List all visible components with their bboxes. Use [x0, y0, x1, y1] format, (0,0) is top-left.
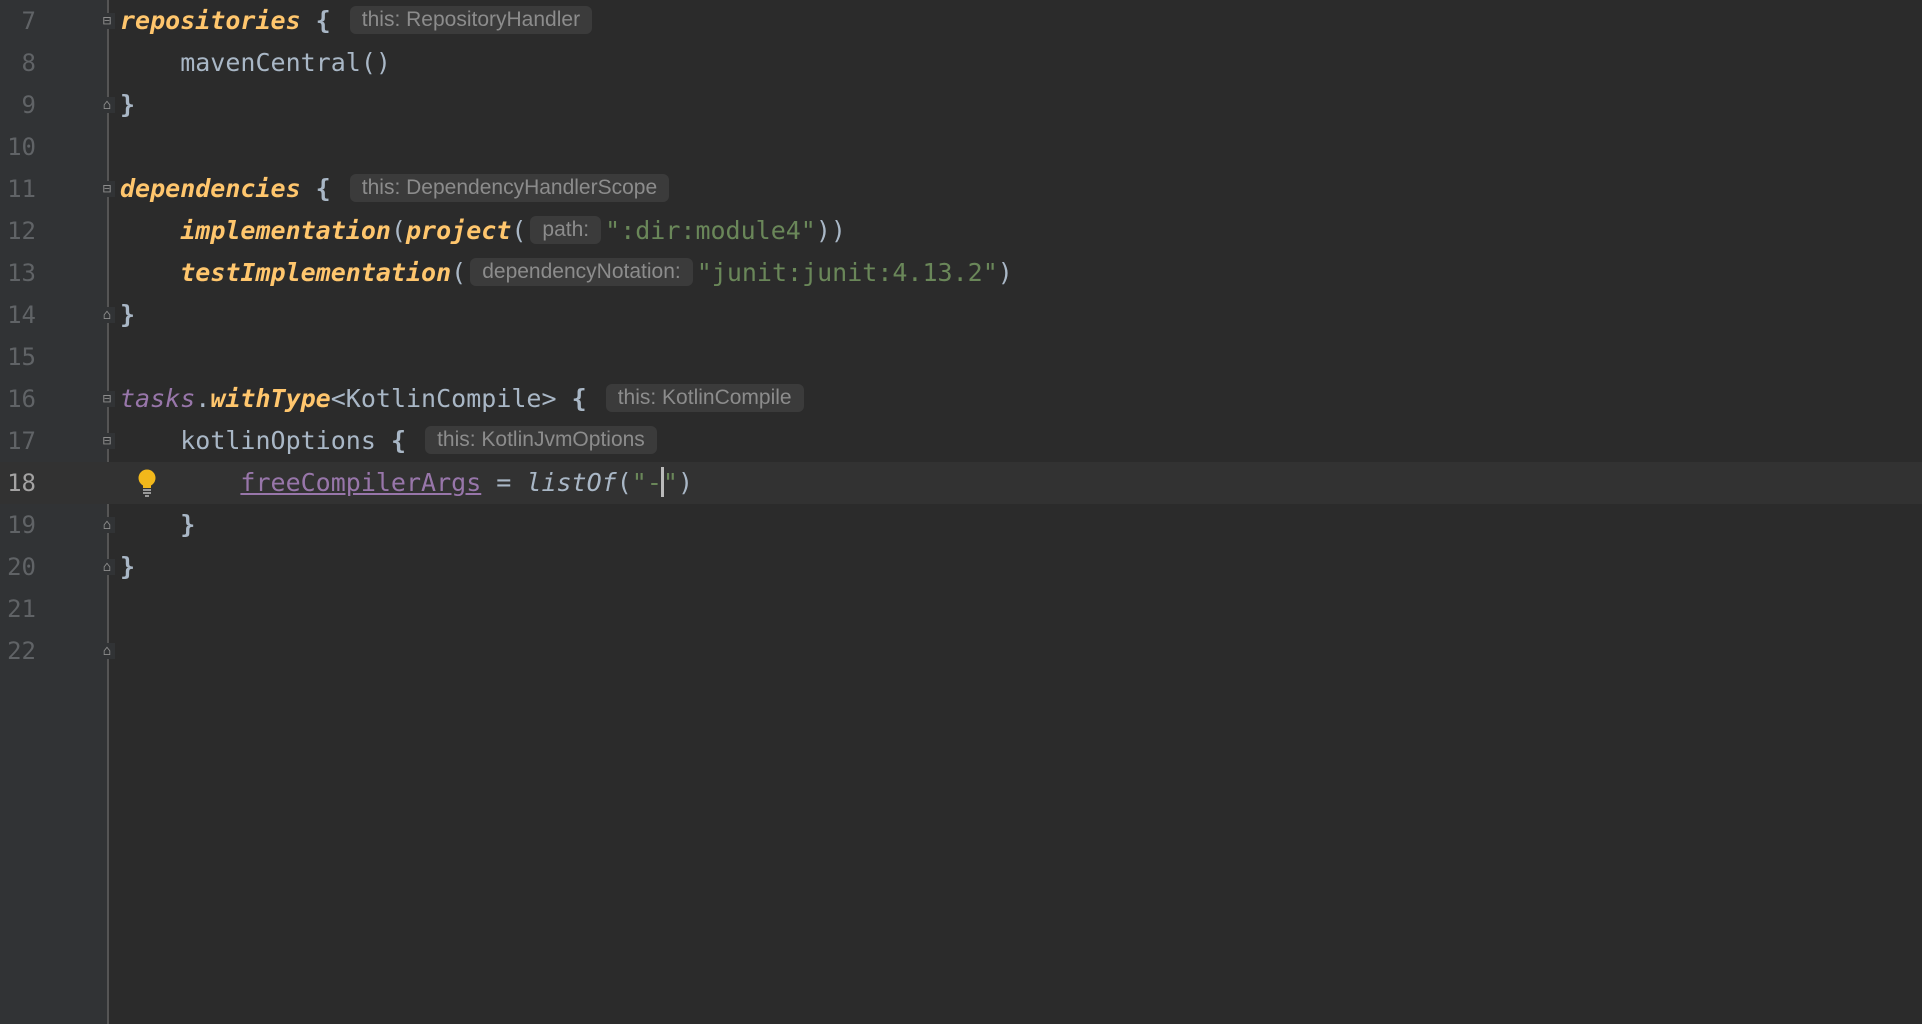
paren: ) — [677, 468, 694, 497]
code-text[interactable]: repositories { this: RepositoryHandler — [120, 0, 596, 42]
code-text[interactable]: dependencies { this: DependencyHandlerSc… — [120, 168, 673, 210]
function-call: project — [406, 216, 512, 245]
code-line[interactable]: 12 implementation(project(path: ":dir:mod… — [0, 210, 1922, 252]
line-number: 9 — [21, 91, 36, 119]
code-line[interactable]: 20 ⌂ } — [0, 546, 1922, 588]
code-text[interactable]: testImplementation(dependencyNotation: "j… — [120, 252, 1013, 294]
fold-marker-icon[interactable]: ⊟ — [99, 391, 115, 407]
inlay-hint: path: — [530, 216, 602, 244]
property-ref: freeCompilerArgs — [240, 468, 482, 497]
code-text[interactable]: kotlinOptions { this: KotlinJvmOptions — [120, 420, 661, 462]
code-line[interactable]: 15 — [0, 336, 1922, 378]
code-editor[interactable]: 7 ⊟ repositories { this: RepositoryHandl… — [0, 0, 1922, 1024]
fold-end-icon[interactable]: ⌂ — [99, 559, 115, 575]
code-line[interactable]: 11 ⊟ dependencies { this: DependencyHand… — [0, 168, 1922, 210]
line-number: 20 — [7, 553, 36, 581]
code-line[interactable]: 7 ⊟ repositories { this: RepositoryHandl… — [0, 0, 1922, 42]
code-line[interactable]: 10 — [0, 126, 1922, 168]
string-literal: "- — [631, 468, 662, 497]
code-line[interactable]: 14 ⌂ } — [0, 294, 1922, 336]
fold-end-icon[interactable]: ⌂ — [99, 97, 115, 113]
function-call: repositories — [120, 6, 301, 35]
fold-end-icon[interactable]: ⌂ — [99, 517, 115, 533]
code-text[interactable]: tasks.withType<KotlinCompile> { this: Ko… — [120, 378, 808, 420]
line-number: 15 — [7, 343, 36, 371]
code-line[interactable]: 16 ⊟ tasks.withType<KotlinCompile> { thi… — [0, 378, 1922, 420]
identifier: kotlinOptions — [180, 426, 376, 455]
code-line[interactable]: 9 ⌂ } — [0, 84, 1922, 126]
string-literal: ":dir:module4" — [605, 216, 816, 245]
inlay-hint: this: KotlinCompile — [605, 384, 804, 412]
property-ref: tasks — [120, 384, 196, 413]
line-number: 11 — [7, 175, 36, 203]
line-number: 22 — [7, 637, 36, 665]
paren: ( — [616, 468, 632, 497]
line-number: 8 — [21, 49, 36, 77]
line-number: 16 — [7, 385, 36, 413]
brace: { — [556, 384, 587, 413]
line-number: 12 — [7, 217, 36, 245]
code-line[interactable]: 8 mavenCentral() — [0, 42, 1922, 84]
fold-marker-icon[interactable]: ⊟ — [99, 181, 115, 197]
inlay-hint: this: DependencyHandlerScope — [349, 174, 670, 202]
line-number: 10 — [7, 133, 36, 161]
fold-marker-icon[interactable]: ⊟ — [99, 433, 115, 449]
line-number: 17 — [7, 427, 36, 455]
code-text[interactable]: } — [120, 84, 135, 126]
code-line[interactable]: 19 ⌂ } — [0, 504, 1922, 546]
code-text[interactable]: implementation(project(path: ":dir:module… — [120, 210, 846, 252]
code-line[interactable]: 21 — [0, 588, 1922, 630]
paren: )) — [815, 216, 846, 245]
inlay-hint: this: KotlinJvmOptions — [425, 426, 657, 454]
string-literal: "junit:junit:4.13.2" — [696, 258, 998, 287]
function-call: dependencies — [120, 174, 301, 203]
line-number: 13 — [7, 259, 36, 287]
paren: ( — [511, 216, 527, 245]
function-call: withType — [210, 384, 331, 413]
type-arg: <KotlinCompile> — [330, 384, 557, 413]
text-caret — [660, 467, 664, 497]
code-text[interactable]: mavenCentral() — [120, 42, 391, 84]
paren: ) — [997, 258, 1013, 287]
line-number: 21 — [7, 595, 36, 623]
line-number: 7 — [21, 7, 36, 35]
code-text[interactable]: } — [120, 294, 135, 336]
fold-end-icon[interactable]: ⌂ — [99, 307, 115, 323]
paren: ( — [390, 216, 406, 245]
brace: { — [375, 426, 406, 455]
fold-end-icon[interactable]: ⌂ — [99, 643, 115, 659]
line-number: 14 — [7, 301, 36, 329]
string-literal-end: " — [662, 468, 678, 497]
dot: . — [195, 384, 211, 413]
function-call: listOf — [526, 468, 617, 497]
inlay-hint: this: RepositoryHandler — [349, 6, 593, 34]
line-number: 19 — [7, 511, 36, 539]
fold-marker-icon[interactable]: ⊟ — [99, 13, 115, 29]
code-line[interactable]: 17 ⊟ kotlinOptions { this: KotlinJvmOpti… — [0, 420, 1922, 462]
current-code-line[interactable]: 18 freeCompilerArgs = listOf("-") — [0, 462, 1922, 504]
function-call: testImplementation — [180, 258, 452, 287]
code-line[interactable]: 13 testImplementation(dependencyNotation… — [0, 252, 1922, 294]
code-text[interactable]: } — [120, 504, 195, 546]
code-text[interactable]: freeCompilerArgs = listOf("-") — [120, 462, 693, 504]
code-line[interactable]: 22 ⌂ — [0, 630, 1922, 672]
brace: { — [300, 174, 331, 203]
code-text[interactable]: } — [120, 546, 135, 588]
brace: { — [300, 6, 331, 35]
paren: ( — [451, 258, 467, 287]
inlay-hint: dependencyNotation: — [470, 258, 693, 286]
function-call: implementation — [180, 216, 391, 245]
operator: = — [481, 468, 527, 497]
line-number: 18 — [7, 469, 36, 497]
